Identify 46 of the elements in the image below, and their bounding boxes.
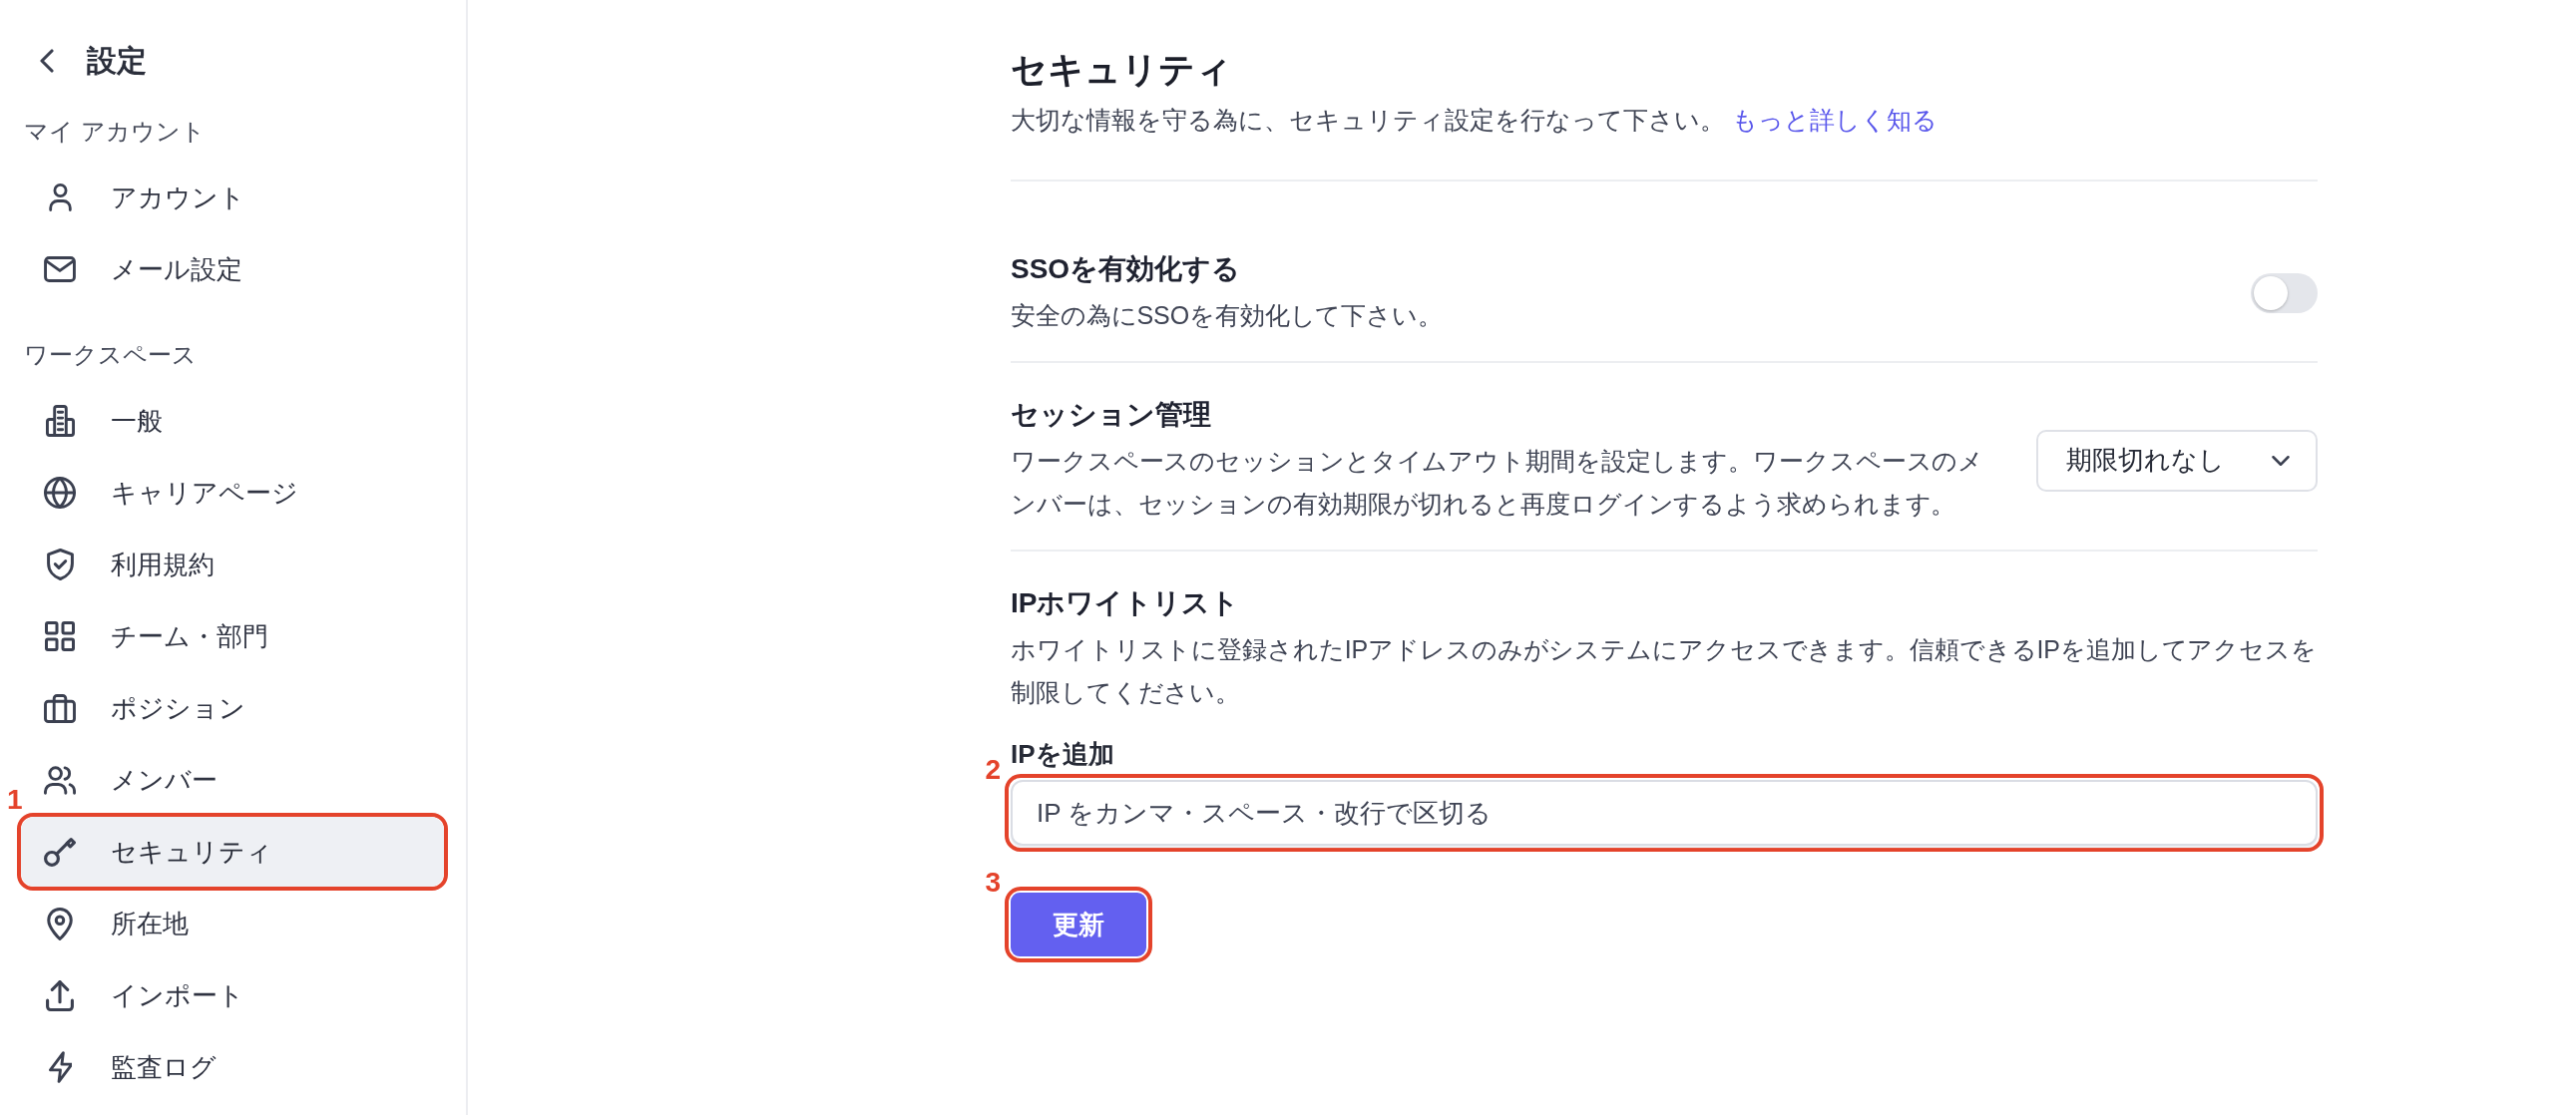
sidebar-item[interactable]: インポート — [21, 960, 444, 1030]
field-label: IPを追加 — [1011, 738, 1114, 771]
dropdown-select[interactable]: 期限切れなし — [2036, 429, 2318, 492]
callout-number: 2 — [985, 756, 1001, 784]
globe-icon — [44, 477, 76, 509]
callout-number: 3 — [985, 869, 1001, 897]
building-icon — [45, 405, 75, 437]
learn-more-link[interactable]: もっと詳しく知る — [1731, 106, 1937, 134]
sidebar-item[interactable]: メール設定 — [21, 234, 444, 304]
section-heading: マイ アカウント — [24, 117, 206, 147]
setting-description: 安全の為にSSOを有効化して下さい。 — [1011, 300, 1444, 331]
map-pin-icon — [47, 907, 73, 940]
callout-number: 1 — [7, 786, 23, 814]
back-chevron-icon[interactable] — [40, 49, 54, 73]
sidebar-item[interactable]: メンバー — [21, 745, 444, 815]
sidebar-item[interactable]: 一般 — [21, 386, 444, 456]
page-description: 大切な情報を守る為に、セキュリティ設定を行なって下さい。 もっと詳しく知る — [1011, 105, 1937, 136]
chevron-down-icon — [2272, 455, 2290, 466]
sidebar-item[interactable]: ポジション — [21, 673, 444, 743]
lightning-bolt-icon — [48, 1051, 72, 1083]
sidebar-item[interactable]: キャリアページ — [21, 458, 444, 528]
sidebar-title: 設定 — [87, 43, 147, 79]
sidebar-item[interactable]: 利用規約 — [21, 530, 444, 599]
sidebar-item[interactable]: チーム・部門 — [21, 601, 444, 671]
page-title: セキュリティ — [1011, 48, 1232, 92]
update-button[interactable]: 更新 — [1011, 893, 1146, 956]
setting-description: ホワイトリストに登録されたIPアドレスのみがシステムにアクセスできます。信頼できるIPを追加してアクセスを制限してください。 — [1011, 634, 2318, 708]
ip-input-field[interactable]: IP をカンマ・スペース・改行で区切る — [1011, 780, 2318, 846]
setting-title: セッション管理 — [1011, 398, 1211, 432]
section-heading: ワークスペース — [24, 340, 197, 370]
setting-title: IPホワイトリスト — [1011, 586, 1240, 620]
setting-title: SSOを有効化する — [1011, 252, 1241, 286]
setting-description: ワークスペースのセッションとタイムアウト期間を設定します。ワークスペースのメンバーは、セッションの有効期限が切れると再度ログインするよう求められます。 — [1011, 446, 1985, 520]
envelope-icon — [44, 256, 76, 282]
sidebar-item[interactable]: 所在地 — [21, 889, 444, 958]
grid-icon — [45, 621, 75, 651]
shield-check-icon — [46, 549, 74, 580]
toggle-switch[interactable] — [2251, 273, 2318, 313]
upload-icon — [46, 979, 74, 1011]
person-icon — [48, 184, 72, 211]
briefcase-icon — [44, 693, 76, 723]
sidebar-item[interactable]: 監査ログ — [21, 1032, 444, 1102]
key-icon — [44, 837, 76, 867]
sidebar-item[interactable]: アカウント — [21, 163, 444, 232]
sidebar-item[interactable]: セキュリティ — [21, 817, 444, 887]
people-icon — [44, 765, 76, 795]
